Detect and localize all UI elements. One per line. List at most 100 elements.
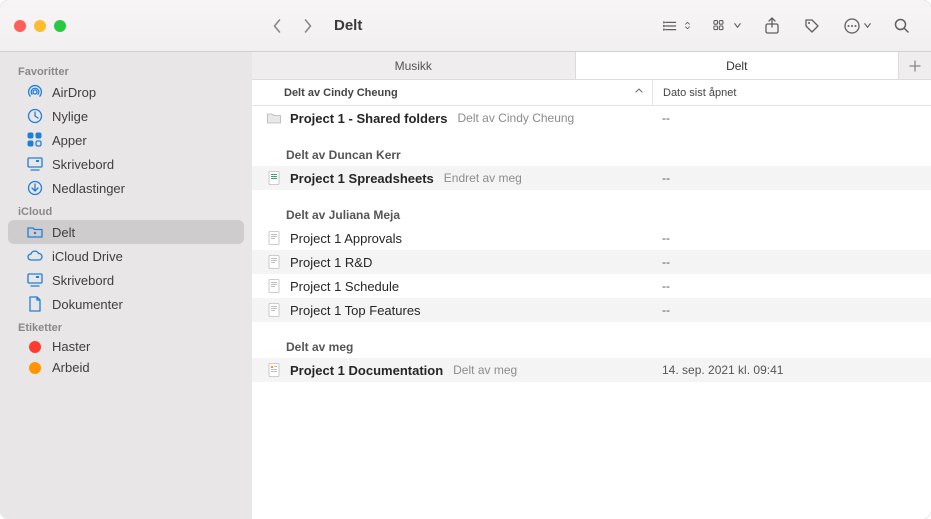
doc-icon	[266, 254, 282, 270]
file-subtitle: Delt av Cindy Cheung	[458, 111, 575, 125]
file-date: --	[652, 303, 931, 317]
search-button[interactable]	[885, 13, 919, 39]
sidebar-item-airdrop[interactable]: AirDrop	[8, 80, 244, 104]
airdrop-icon	[26, 83, 44, 101]
tab-add-button[interactable]	[899, 52, 931, 79]
file-name: Project 1 R&D	[290, 255, 372, 270]
file-date: --	[652, 111, 931, 125]
file-row[interactable]: Project 1 - Shared foldersDelt av Cindy …	[252, 106, 931, 130]
sidebar-tag-urgent[interactable]: Haster	[8, 336, 244, 357]
column-headers: Delt av Cindy Cheung Dato sist åpnet	[252, 80, 931, 106]
sidebar-label: Nedlastinger	[52, 181, 125, 196]
desktop-icon	[26, 155, 44, 173]
file-row[interactable]: Project 1 Schedule--	[252, 274, 931, 298]
sidebar-item-downloads[interactable]: Nedlastinger	[8, 176, 244, 200]
group-header: Delt av meg	[252, 322, 931, 358]
toolbar: Delt	[252, 13, 931, 39]
group-header: Delt av Duncan Kerr	[252, 130, 931, 166]
cloud-icon	[26, 247, 44, 265]
sidebar-label: Delt	[52, 225, 75, 240]
traffic-lights	[0, 20, 252, 32]
group-header: Delt av Juliana Meja	[252, 190, 931, 226]
minimize-button[interactable]	[34, 20, 46, 32]
chevron-right-icon	[302, 18, 313, 34]
sidebar-tag-work[interactable]: Arbeid	[8, 357, 244, 378]
sidebar-item-apps[interactable]: Apper	[8, 128, 244, 152]
share-icon	[763, 17, 781, 35]
pages-icon	[266, 362, 282, 378]
file-subtitle: Delt av meg	[453, 363, 517, 377]
download-icon	[26, 179, 44, 197]
sidebar-label: Skrivebord	[52, 157, 114, 172]
file-subtitle: Endret av meg	[444, 171, 522, 185]
file-name: Project 1 Approvals	[290, 231, 402, 246]
sidebar-label: Nylige	[52, 109, 88, 124]
file-date: --	[652, 171, 931, 185]
file-list: Project 1 - Shared foldersDelt av Cindy …	[252, 106, 931, 519]
forward-button[interactable]	[294, 14, 320, 38]
sidebar: Favoritter AirDrop Nylige Apper Skrivebo…	[0, 52, 252, 519]
file-name: Project 1 Documentation	[290, 363, 443, 378]
chevron-down-icon	[733, 21, 742, 30]
list-icon	[663, 17, 681, 35]
column-header-date[interactable]: Dato sist åpnet	[652, 80, 931, 105]
tag-icon	[803, 17, 821, 35]
tags-button[interactable]	[795, 13, 829, 39]
sidebar-item-desktop-icloud[interactable]: Skrivebord	[8, 268, 244, 292]
sidebar-label: iCloud Drive	[52, 249, 123, 264]
tag-dot-red	[29, 341, 41, 353]
shared-folder-icon	[26, 223, 44, 241]
clock-icon	[26, 107, 44, 125]
view-list-button[interactable]	[655, 13, 699, 39]
sort-arrow-icon	[634, 86, 644, 99]
back-button[interactable]	[264, 14, 290, 38]
more-button[interactable]	[835, 13, 879, 39]
file-row[interactable]: Project 1 Top Features --	[252, 298, 931, 322]
plus-icon	[909, 60, 921, 72]
doc-icon	[266, 302, 282, 318]
sidebar-header-tags: Etiketter	[0, 316, 252, 336]
column-header-name[interactable]: Delt av Cindy Cheung	[252, 86, 652, 99]
close-button[interactable]	[14, 20, 26, 32]
file-row[interactable]: Project 1 Approvals--	[252, 226, 931, 250]
file-name: Project 1 Top Features	[290, 303, 421, 318]
folder-icon	[266, 110, 282, 126]
share-button[interactable]	[755, 13, 789, 39]
file-date: --	[652, 255, 931, 269]
file-date: --	[652, 279, 931, 293]
group-icon	[713, 17, 731, 35]
tabs: Musikk Delt	[252, 52, 931, 80]
doc-icon	[266, 230, 282, 246]
window-title: Delt	[334, 17, 362, 34]
main-pane: Musikk Delt Delt av Cindy Cheung Dato si…	[252, 52, 931, 519]
maximize-button[interactable]	[54, 20, 66, 32]
group-button[interactable]	[705, 13, 749, 39]
sidebar-item-documents[interactable]: Dokumenter	[8, 292, 244, 316]
sidebar-label: Haster	[52, 339, 90, 354]
sidebar-label: Skrivebord	[52, 273, 114, 288]
file-row[interactable]: Project 1 Spreadsheets Endret av meg --	[252, 166, 931, 190]
sidebar-header-icloud: iCloud	[0, 200, 252, 220]
tab-musikk[interactable]: Musikk	[252, 52, 576, 79]
sidebar-label: AirDrop	[52, 85, 96, 100]
sidebar-item-icloud-drive[interactable]: iCloud Drive	[8, 244, 244, 268]
tab-delt[interactable]: Delt	[576, 52, 900, 79]
sidebar-item-recents[interactable]: Nylige	[8, 104, 244, 128]
sidebar-label: Arbeid	[52, 360, 90, 375]
titlebar: Delt	[0, 0, 931, 52]
updown-icon	[683, 21, 692, 30]
file-row[interactable]: Project 1 R&D --	[252, 250, 931, 274]
apps-icon	[26, 131, 44, 149]
file-row[interactable]: Project 1 DocumentationDelt av meg14. se…	[252, 358, 931, 382]
chevron-down-icon	[863, 21, 872, 30]
sidebar-item-shared[interactable]: Delt	[8, 220, 244, 244]
desktop-icon	[26, 271, 44, 289]
doc-icon	[26, 295, 44, 313]
file-name: Project 1 Spreadsheets	[290, 171, 434, 186]
sidebar-header-favorites: Favoritter	[0, 60, 252, 80]
sidebar-label: Dokumenter	[52, 297, 123, 312]
sidebar-item-desktop[interactable]: Skrivebord	[8, 152, 244, 176]
doc-icon	[266, 278, 282, 294]
more-icon	[843, 17, 861, 35]
search-icon	[893, 17, 911, 35]
